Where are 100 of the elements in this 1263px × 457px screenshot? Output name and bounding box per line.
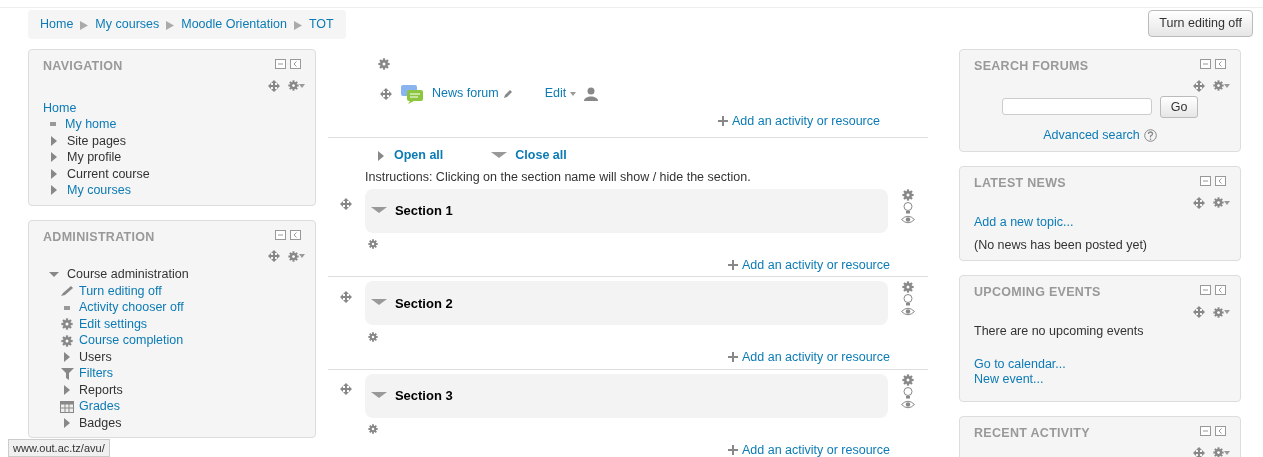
nav-item[interactable]: Users	[79, 348, 112, 366]
minimize-icon[interactable]	[1200, 285, 1211, 296]
section-title[interactable]: Section 3	[394, 386, 453, 406]
nav-item[interactable]: My home	[65, 116, 117, 133]
nav-item[interactable]: Filters	[79, 365, 114, 382]
eye-icon[interactable]	[901, 307, 916, 317]
nav-item[interactable]: My profile	[67, 149, 122, 166]
grades-table-icon	[60, 400, 74, 413]
section-title[interactable]: Section 2	[394, 293, 453, 313]
add-topic-link[interactable]: Add a new topic...	[974, 214, 1074, 229]
collapsed-arrow-icon	[49, 168, 59, 179]
collapsed-arrow-icon	[62, 352, 72, 362]
move-icon[interactable]	[380, 87, 392, 100]
add-activity-link[interactable]: Add an activity or resource	[742, 255, 890, 275]
move-icon[interactable]	[268, 79, 280, 92]
advanced-search-link[interactable]: Advanced search	[1043, 126, 1140, 145]
nav-item[interactable]: Course administration	[67, 266, 189, 283]
move-icon[interactable]	[1193, 196, 1205, 209]
block-title: UPCOMING EVENTS	[974, 284, 1101, 302]
collapsed-arrow-icon	[62, 385, 72, 395]
dock-icon[interactable]	[1215, 285, 1226, 296]
move-icon[interactable]	[1193, 306, 1205, 318]
section-header[interactable]: Section 3	[364, 373, 889, 418]
section-title[interactable]: Section 1	[394, 201, 453, 221]
news-text: (No news has been posted yet)	[974, 237, 1148, 252]
settings-icon[interactable]	[1213, 306, 1224, 318]
minimize-icon[interactable]	[1200, 425, 1211, 436]
separator-icon	[80, 20, 89, 30]
turn-editing-off-button[interactable]: Turn editing off	[1148, 10, 1253, 37]
move-icon[interactable]	[340, 290, 352, 303]
filter-icon	[60, 367, 74, 380]
move-icon[interactable]	[268, 250, 280, 263]
add-activity-link[interactable]: Add an activity or resource	[742, 440, 890, 457]
settings-icon[interactable]	[1213, 447, 1224, 457]
nav-item[interactable]: Course completion	[79, 332, 184, 349]
lightbulb-icon[interactable]	[903, 201, 914, 214]
nav-item[interactable]: My courses	[67, 182, 131, 199]
nav-item[interactable]: Badges	[79, 414, 122, 432]
settings-icon[interactable]	[1213, 80, 1224, 91]
breadcrumb-link[interactable]: Moodle Orientation	[181, 15, 287, 34]
gear-icon[interactable]	[367, 424, 378, 435]
dock-icon[interactable]	[1215, 176, 1226, 186]
calendar-link[interactable]: Go to calendar...	[974, 356, 1066, 371]
caret-icon	[1224, 450, 1230, 455]
nav-item[interactable]: Activity chooser off	[79, 299, 184, 316]
pencil-icon[interactable]	[502, 88, 513, 99]
close-all-link[interactable]: Close all	[515, 146, 567, 165]
dock-icon[interactable]	[290, 58, 301, 69]
help-icon[interactable]	[1143, 129, 1157, 143]
move-icon[interactable]	[340, 198, 352, 211]
settings-icon[interactable]	[1213, 197, 1224, 209]
collapsed-arrow-icon	[49, 185, 59, 196]
edit-menu[interactable]: Edit	[544, 84, 567, 103]
eye-icon[interactable]	[901, 399, 916, 409]
settings-icon[interactable]	[902, 373, 915, 386]
dock-icon[interactable]	[290, 229, 301, 240]
move-icon[interactable]	[1193, 79, 1205, 92]
open-all-link[interactable]: Open all	[394, 146, 444, 165]
move-icon[interactable]	[340, 383, 352, 396]
minimize-icon[interactable]	[275, 58, 286, 69]
settings-icon[interactable]	[902, 188, 915, 201]
nav-item[interactable]: Edit settings	[79, 315, 148, 333]
go-button[interactable]: Go	[1159, 95, 1199, 119]
block-title: NAVIGATION	[43, 57, 123, 75]
gear-icon[interactable]	[378, 58, 390, 71]
breadcrumb-link[interactable]: Home	[40, 15, 74, 34]
section-header[interactable]: Section 2	[364, 281, 889, 326]
lightbulb-icon[interactable]	[903, 386, 914, 399]
lightbulb-icon[interactable]	[903, 294, 914, 307]
minimize-icon[interactable]	[1200, 176, 1211, 186]
move-icon[interactable]	[1193, 446, 1205, 457]
section-header[interactable]: Section 1	[364, 188, 889, 233]
breadcrumb-link[interactable]: TOT	[308, 15, 334, 34]
nav-item[interactable]: Site pages	[67, 132, 127, 149]
nav-item[interactable]: Grades	[79, 398, 120, 415]
nav-item[interactable]: Current course	[67, 165, 150, 182]
add-activity-link[interactable]: Add an activity or resource	[742, 348, 890, 367]
calendar-link[interactable]: New event...	[974, 371, 1044, 386]
nav-item[interactable]: Reports	[79, 381, 123, 399]
dock-icon[interactable]	[1215, 58, 1226, 69]
forum-link[interactable]: News forum	[432, 84, 499, 103]
instructions-text: Instructions: Clicking on the section name will show / hide the section.	[365, 170, 751, 184]
settings-icon[interactable]	[288, 80, 299, 91]
settings-icon[interactable]	[288, 250, 299, 262]
dock-icon[interactable]	[1215, 425, 1226, 436]
nav-item[interactable]: Turn editing off	[79, 282, 162, 300]
minimize-icon[interactable]	[1200, 58, 1211, 69]
minimize-icon[interactable]	[275, 229, 286, 240]
block-title: RECENT ACTIVITY	[974, 424, 1090, 442]
search-field[interactable]	[1001, 98, 1152, 116]
collapse-arrow-icon	[370, 299, 387, 308]
forum-icon	[400, 83, 424, 104]
settings-icon[interactable]	[902, 281, 915, 294]
breadcrumb-link[interactable]: My courses	[95, 15, 160, 34]
gear-icon[interactable]	[367, 331, 378, 342]
add-activity-link[interactable]: Add an activity or resource	[732, 111, 880, 131]
eye-icon[interactable]	[901, 214, 916, 224]
collapse-arrow-icon	[491, 151, 508, 160]
nav-link[interactable]: Home	[43, 100, 77, 115]
gear-icon[interactable]	[367, 239, 378, 250]
